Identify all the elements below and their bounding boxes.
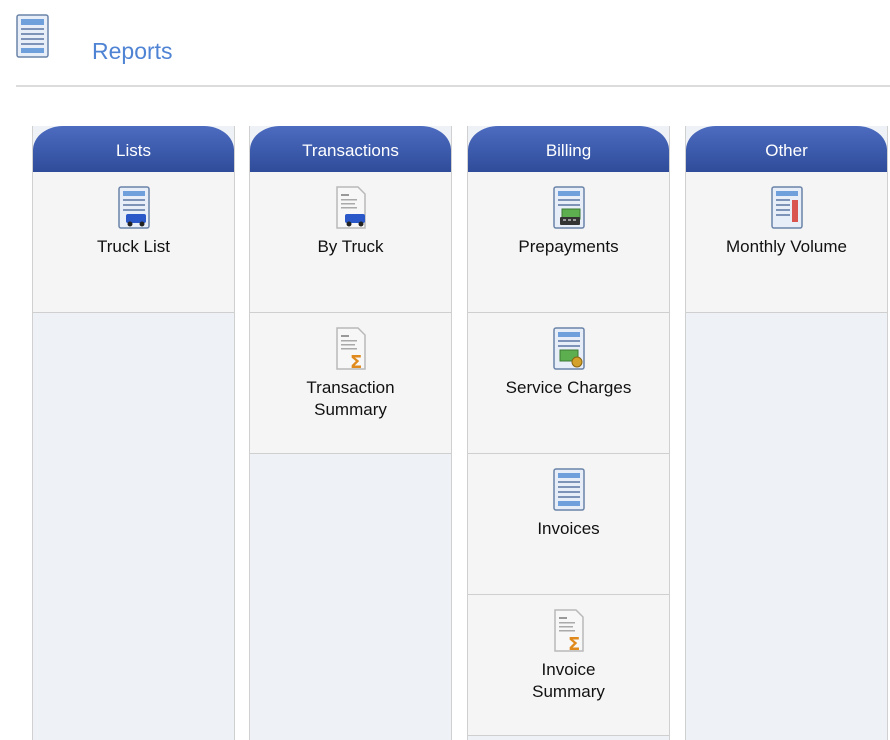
- report-tile-prepayments[interactable]: Prepayments: [468, 172, 669, 313]
- reports-page: Reports Lists Truck List Transactions By…: [0, 0, 890, 740]
- report-tile-transaction-summary[interactable]: Σ Transaction Summary: [250, 313, 451, 454]
- page-header: [16, 14, 49, 58]
- report-tile-label: Monthly Volume: [726, 237, 847, 256]
- report-document-icon: [16, 14, 49, 58]
- column-billing: Billing Prepayments Service Charges Invo…: [467, 126, 670, 740]
- column-lists: Lists Truck List: [32, 126, 235, 740]
- svg-text:Σ: Σ: [350, 352, 362, 371]
- invoice-summary-icon: Σ: [553, 609, 584, 653]
- report-tile-label: Transaction Summary: [306, 378, 395, 419]
- report-tile-label: Service Charges: [505, 378, 632, 397]
- report-tile-label: Prepayments: [518, 237, 619, 256]
- column-header-transactions: Transactions: [250, 126, 451, 172]
- report-tile-invoice-summary[interactable]: Σ Invoice Summary: [468, 595, 669, 736]
- transaction-truck-icon: [335, 186, 366, 229]
- report-tile-service-charges[interactable]: Service Charges: [468, 313, 669, 454]
- report-tile-by-truck[interactable]: By Truck: [250, 172, 451, 313]
- column-transactions: Transactions By Truck Σ Transaction Summ…: [249, 126, 452, 740]
- svg-text:Σ: Σ: [568, 634, 580, 653]
- report-tile-label: Invoices: [537, 519, 600, 538]
- report-tile-label: Truck List: [96, 237, 171, 256]
- invoices-icon: [552, 468, 585, 511]
- column-header-billing: Billing: [468, 126, 669, 172]
- column-header-lists: Lists: [33, 126, 234, 172]
- report-tile-truck-list[interactable]: Truck List: [33, 172, 234, 313]
- truck-list-icon: [117, 186, 150, 229]
- service-charges-icon: [552, 327, 585, 370]
- report-tile-label: Invoice Summary: [532, 660, 605, 701]
- header-divider: [16, 85, 890, 87]
- transaction-summary-icon: Σ: [335, 327, 366, 371]
- page-title: Reports: [92, 38, 173, 64]
- report-tile-invoices[interactable]: Invoices: [468, 454, 669, 595]
- report-tile-monthly-volume[interactable]: Monthly Volume: [686, 172, 887, 313]
- monthly-volume-icon: [770, 186, 803, 229]
- report-tile-label: By Truck: [317, 237, 384, 256]
- column-header-other: Other: [686, 126, 887, 172]
- prepayments-icon: [552, 186, 585, 229]
- column-other: Other Monthly Volume: [685, 126, 888, 740]
